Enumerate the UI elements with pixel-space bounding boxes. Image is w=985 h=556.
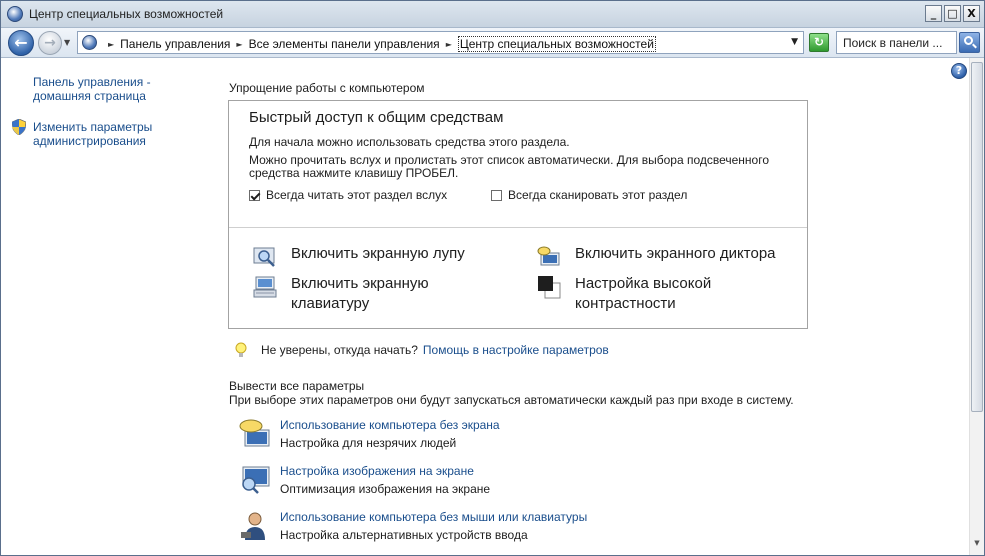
- start-magnifier-button[interactable]: Включить экранную лупу: [253, 244, 465, 269]
- use-without-mouse-keyboard-description: Настройка альтернативных устройств ввода: [280, 528, 528, 542]
- back-button[interactable]: ←: [8, 30, 34, 56]
- explore-settings-title: Вывести все параметры: [229, 379, 365, 393]
- make-display-easier-link[interactable]: Настройка изображения на экране: [280, 464, 474, 478]
- start-on-screen-keyboard-button[interactable]: Включить экранную клавиатуру: [253, 274, 493, 314]
- quick-access-title: Быстрый доступ к общим средствам: [249, 109, 504, 126]
- set-high-contrast-label: Настройка высокой контрастности: [575, 275, 712, 312]
- maximize-button[interactable]: □: [944, 5, 961, 22]
- search-input[interactable]: [837, 32, 956, 53]
- start-narrator-label: Включить экранного диктора: [575, 245, 776, 262]
- breadcrumb-control-panel[interactable]: Панель управления: [120, 37, 230, 51]
- set-high-contrast-button[interactable]: Настройка высокой контрастности: [537, 274, 777, 314]
- scroll-down-icon[interactable]: ▼: [971, 539, 983, 551]
- always-scan-label: Всегда сканировать этот раздел: [508, 188, 688, 202]
- help-icon[interactable]: ?: [951, 63, 967, 79]
- scrollbar-thumb[interactable]: [971, 62, 983, 412]
- magnifier-icon: [253, 247, 275, 267]
- help-tip: Не уверены, откуда начать? Помощь в наст…: [235, 342, 609, 358]
- explore-settings-description: При выборе этих параметров они будут зап…: [229, 393, 794, 407]
- change-admin-settings-link[interactable]: Изменить параметры администрирования: [33, 120, 183, 148]
- setting-item[interactable]: Использование компьютера без мыши или кл…: [239, 510, 739, 546]
- breadcrumb-ease-of-access[interactable]: Центр специальных возможностей: [457, 36, 656, 52]
- setting-item[interactable]: Настройка изображения на экране Оптимиза…: [239, 464, 739, 500]
- screen-magnify-icon: [242, 466, 270, 494]
- always-read-checkbox[interactable]: Всегда читать этот раздел вслух: [249, 188, 447, 202]
- speech-monitor-icon: [239, 419, 270, 447]
- window: Центр специальных возможностей _ □ X ← →…: [0, 0, 985, 556]
- get-recommendations-link[interactable]: Помощь в настройке параметров: [423, 343, 609, 357]
- breadcrumb[interactable]: ► Панель управления ► Все элементы панел…: [77, 31, 804, 54]
- divider: [229, 227, 807, 228]
- start-magnifier-label: Включить экранную лупу: [291, 245, 465, 262]
- window-controls: _ □ X: [925, 5, 980, 22]
- lightbulb-icon: [235, 342, 247, 357]
- start-narrator-button[interactable]: Включить экранного диктора: [537, 244, 776, 269]
- always-scan-checkbox[interactable]: Всегда сканировать этот раздел: [491, 188, 687, 202]
- start-on-screen-keyboard-label: Включить экранную клавиатуру: [291, 275, 429, 312]
- breadcrumb-items: ► Панель управления ► Все элементы панел…: [102, 36, 656, 52]
- content-area: ? Панель управления - домашняя страница …: [1, 58, 969, 555]
- ease-of-access-icon: [7, 6, 23, 22]
- user-input-icon: [241, 512, 265, 540]
- minimize-button[interactable]: _: [925, 5, 942, 22]
- section-title: Упрощение работы с компьютером: [229, 81, 425, 95]
- vertical-scrollbar[interactable]: ▼: [969, 58, 984, 555]
- close-button[interactable]: X: [963, 5, 980, 22]
- shield-icon: [12, 119, 26, 135]
- breadcrumb-separator[interactable]: ►: [446, 40, 452, 49]
- forward-button[interactable]: →: [38, 31, 62, 55]
- checkbox-checked[interactable]: [249, 189, 260, 201]
- refresh-button[interactable]: ↻: [809, 33, 829, 52]
- breadcrumb-separator[interactable]: ►: [108, 40, 114, 49]
- keyboard-icon: [253, 276, 277, 298]
- search-button[interactable]: [959, 32, 980, 53]
- quick-access-instructions: Можно прочитать вслух и пролистать этот …: [249, 153, 770, 180]
- address-dropdown-icon[interactable]: ▼: [791, 37, 798, 47]
- setting-item[interactable]: Использование компьютера без экрана Наст…: [239, 418, 739, 454]
- use-without-display-link[interactable]: Использование компьютера без экрана: [280, 418, 500, 432]
- control-panel-home-link[interactable]: Панель управления - домашняя страница: [33, 75, 183, 103]
- narrator-icon: [537, 246, 560, 266]
- checkbox-unchecked[interactable]: [491, 189, 502, 201]
- search-box[interactable]: [836, 31, 957, 54]
- breadcrumb-all-items[interactable]: Все элементы панели управления: [249, 37, 440, 51]
- title-bar: Центр специальных возможностей _ □ X: [1, 1, 984, 28]
- always-read-label: Всегда читать этот раздел вслух: [266, 188, 448, 202]
- contrast-icon: [538, 276, 561, 299]
- breadcrumb-separator[interactable]: ►: [236, 40, 242, 49]
- use-without-mouse-keyboard-link[interactable]: Использование компьютера без мыши или кл…: [280, 510, 587, 524]
- use-without-display-description: Настройка для незрячих людей: [280, 436, 457, 450]
- quick-access-panel: Быстрый доступ к общим средствам Для нач…: [228, 100, 808, 329]
- control-panel-icon: [82, 35, 97, 50]
- quick-access-intro: Для начала можно использовать средства э…: [249, 135, 570, 149]
- make-display-easier-description: Оптимизация изображения на экране: [280, 482, 491, 496]
- left-pane: Панель управления - домашняя страница Из…: [1, 58, 211, 555]
- recent-pages-dropdown[interactable]: ▼: [64, 38, 70, 47]
- window-title: Центр специальных возможностей: [29, 7, 224, 21]
- tip-text: Не уверены, откуда начать?: [261, 343, 418, 357]
- address-bar: ← → ▼ ► Панель управления ► Все элементы…: [1, 28, 984, 58]
